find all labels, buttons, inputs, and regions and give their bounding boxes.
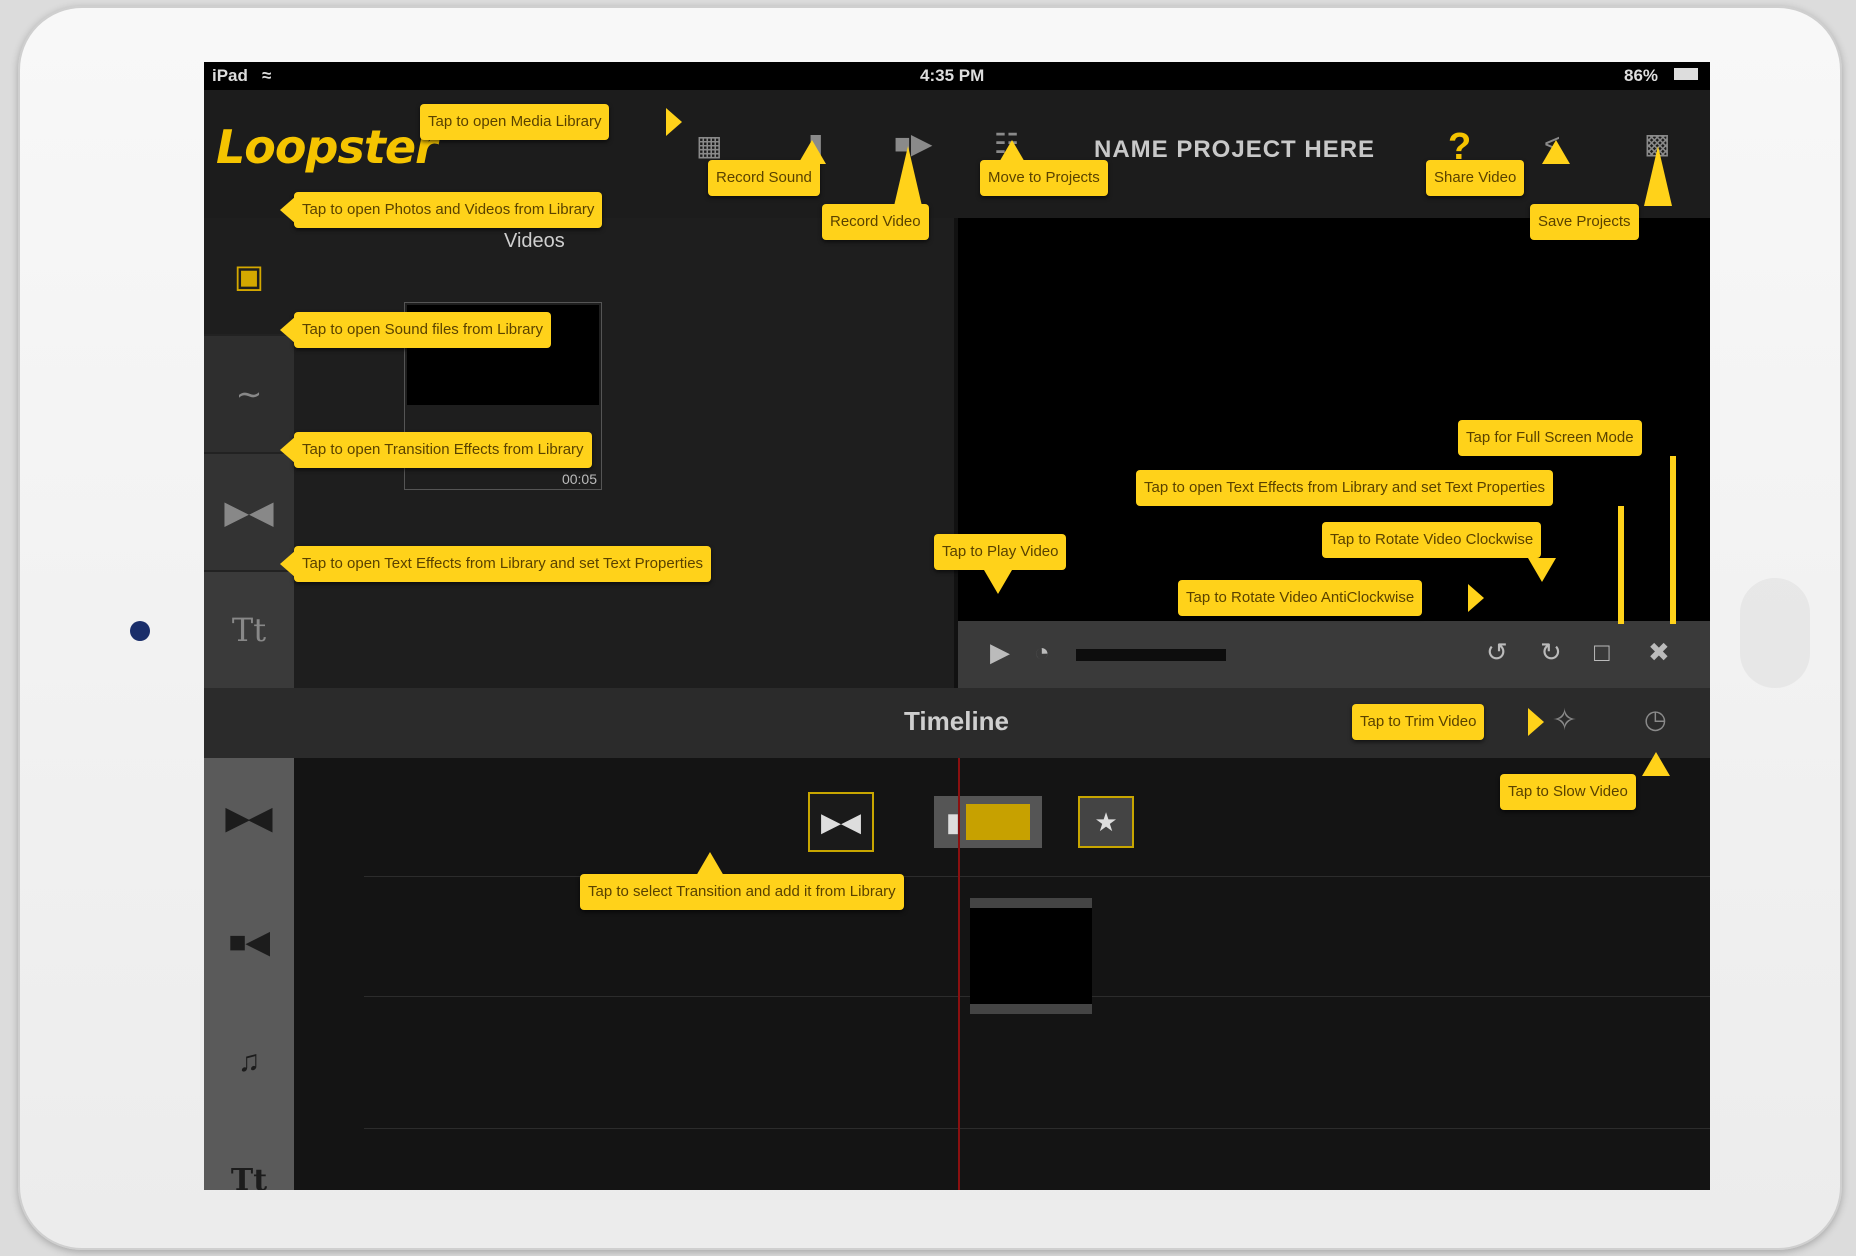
- play-icon[interactable]: ▶: [990, 637, 1010, 668]
- music-note-icon: ♫: [237, 1045, 261, 1078]
- callout-play-video: Tap to Play Video: [934, 534, 1067, 570]
- trim-icon[interactable]: ✧: [1552, 706, 1577, 736]
- callout-pointer: [1642, 752, 1670, 776]
- timeline-track-sidebar: ▶◀ ■◀ ♫ Tt: [204, 758, 294, 1190]
- add-clip-button[interactable]: ▮: [934, 796, 1042, 848]
- device-name: iPad: [212, 66, 248, 85]
- callout-trim-video: Tap to Trim Video: [1352, 704, 1485, 740]
- callout-pointer: [1528, 708, 1544, 736]
- transition-track-icon: ▶◀: [225, 801, 273, 835]
- callout-open-text-effects: Tap to open Text Effects from Library an…: [294, 546, 712, 582]
- callout-full-screen: Tap for Full Screen Mode: [1458, 420, 1642, 456]
- track-audio[interactable]: ♫: [204, 1012, 294, 1112]
- video-track-icon: ■◀: [228, 925, 270, 959]
- callout-pointer: [998, 140, 1026, 164]
- callout-pointer: [1670, 456, 1676, 624]
- callout-pointer: [1618, 506, 1624, 624]
- sidebar-item-sounds[interactable]: ∼: [204, 336, 294, 452]
- transition-icon: ▶◀: [224, 494, 274, 530]
- callout-move-to-projects: Move to Projects: [980, 160, 1108, 196]
- callout-record-sound: Record Sound: [708, 160, 820, 196]
- progress-bar[interactable]: [1076, 649, 1226, 661]
- timeline-header: Timeline ✧ ◷: [204, 688, 1710, 758]
- battery-percent: 86%: [1624, 66, 1659, 85]
- callout-pointer: [984, 570, 1012, 594]
- callout-slow-video: Tap to Slow Video: [1500, 774, 1636, 810]
- text-icon: Tt: [231, 611, 267, 649]
- project-title[interactable]: NAME PROJECT HERE: [1094, 136, 1375, 164]
- callout-pointer: [1528, 558, 1556, 582]
- callout-save-projects: Save Projects: [1530, 204, 1639, 240]
- slow-motion-icon[interactable]: ◷: [1644, 706, 1667, 732]
- transition-icon: ▶◀: [821, 806, 861, 837]
- folder-icon: ▣: [233, 258, 265, 294]
- callout-pointer: [280, 196, 296, 224]
- status-bar: iPad ≈ 4:35 PM 86%: [204, 62, 1710, 90]
- callout-pointer: [280, 550, 296, 578]
- timeline-body: ▶◀ ■◀ ♫ Tt ▶◀ ▮ ★: [204, 758, 1710, 1190]
- sidebar-item-text[interactable]: Tt: [204, 572, 294, 688]
- text-track-icon: Tt: [230, 1162, 268, 1191]
- media-library-icon[interactable]: ▦: [696, 132, 722, 160]
- front-camera: [130, 621, 150, 641]
- track-transitions[interactable]: ▶◀: [204, 768, 294, 868]
- home-button[interactable]: [1740, 578, 1810, 688]
- playback-controls: ▶ ◔ ↺ ↻ □ ✖: [958, 621, 1710, 688]
- rotate-clockwise-icon[interactable]: ↻: [1540, 637, 1562, 668]
- star-icon: ★: [1094, 806, 1118, 837]
- callout-pointer: [894, 146, 922, 206]
- callout-pointer: [280, 316, 296, 344]
- clip-highlight: [966, 804, 1031, 840]
- callout-pointer: [666, 108, 682, 136]
- callout-open-photos-videos: Tap to open Photos and Videos from Libra…: [294, 192, 603, 228]
- track-video[interactable]: ■◀: [204, 892, 294, 992]
- videos-section-label: Videos: [504, 230, 565, 252]
- callout-pointer: [696, 852, 724, 876]
- callout-open-sound-files: Tap to open Sound files from Library: [294, 312, 551, 348]
- playhead[interactable]: [958, 758, 960, 1190]
- track-text[interactable]: Tt: [204, 1130, 294, 1191]
- track-divider: [364, 1128, 1710, 1129]
- track-divider: [364, 876, 1710, 877]
- video-clip[interactable]: [970, 898, 1092, 1014]
- callout-text-effects-preview: Tap to open Text Effects from Library an…: [1136, 470, 1554, 506]
- callout-select-transition: Tap to select Transition and add it from…: [580, 874, 904, 910]
- callout-rotate-clockwise: Tap to Rotate Video Clockwise: [1322, 522, 1542, 558]
- callout-pointer: [1644, 146, 1672, 206]
- callout-pointer: [280, 436, 296, 464]
- add-effect-button[interactable]: ★: [1078, 796, 1134, 848]
- rotate-anticlockwise-icon[interactable]: ↺: [1486, 637, 1508, 668]
- callout-pointer: [1468, 584, 1484, 612]
- callout-rotate-anticlockwise: Tap to Rotate Video AntiClockwise: [1178, 580, 1423, 616]
- sound-wave-icon: ∼: [235, 376, 263, 412]
- callout-pointer: [798, 140, 826, 164]
- clock: 4:35 PM: [920, 66, 985, 85]
- callout-pointer: [1542, 140, 1570, 164]
- wifi-icon: ≈: [262, 66, 272, 85]
- text-properties-icon[interactable]: □: [1594, 637, 1610, 668]
- thumbnail-duration: 00:05: [561, 471, 597, 487]
- fullscreen-icon[interactable]: ✖: [1648, 637, 1670, 668]
- callout-record-video: Record Video: [822, 204, 929, 240]
- callout-share-video: Share Video: [1426, 160, 1525, 196]
- volume-icon[interactable]: ◔: [1034, 637, 1050, 668]
- app-logo: Loopster: [216, 120, 438, 174]
- callout-open-media-library: Tap to open Media Library: [420, 104, 610, 140]
- app-screen: iPad ≈ 4:35 PM 86% Loopster ▦ ▮ ■▶ ☷ NAM…: [204, 62, 1710, 1190]
- battery-icon: [1674, 68, 1698, 80]
- timeline-title: Timeline: [904, 706, 1010, 736]
- add-transition-button[interactable]: ▶◀: [808, 792, 874, 852]
- callout-open-transitions: Tap to open Transition Effects from Libr…: [294, 432, 592, 468]
